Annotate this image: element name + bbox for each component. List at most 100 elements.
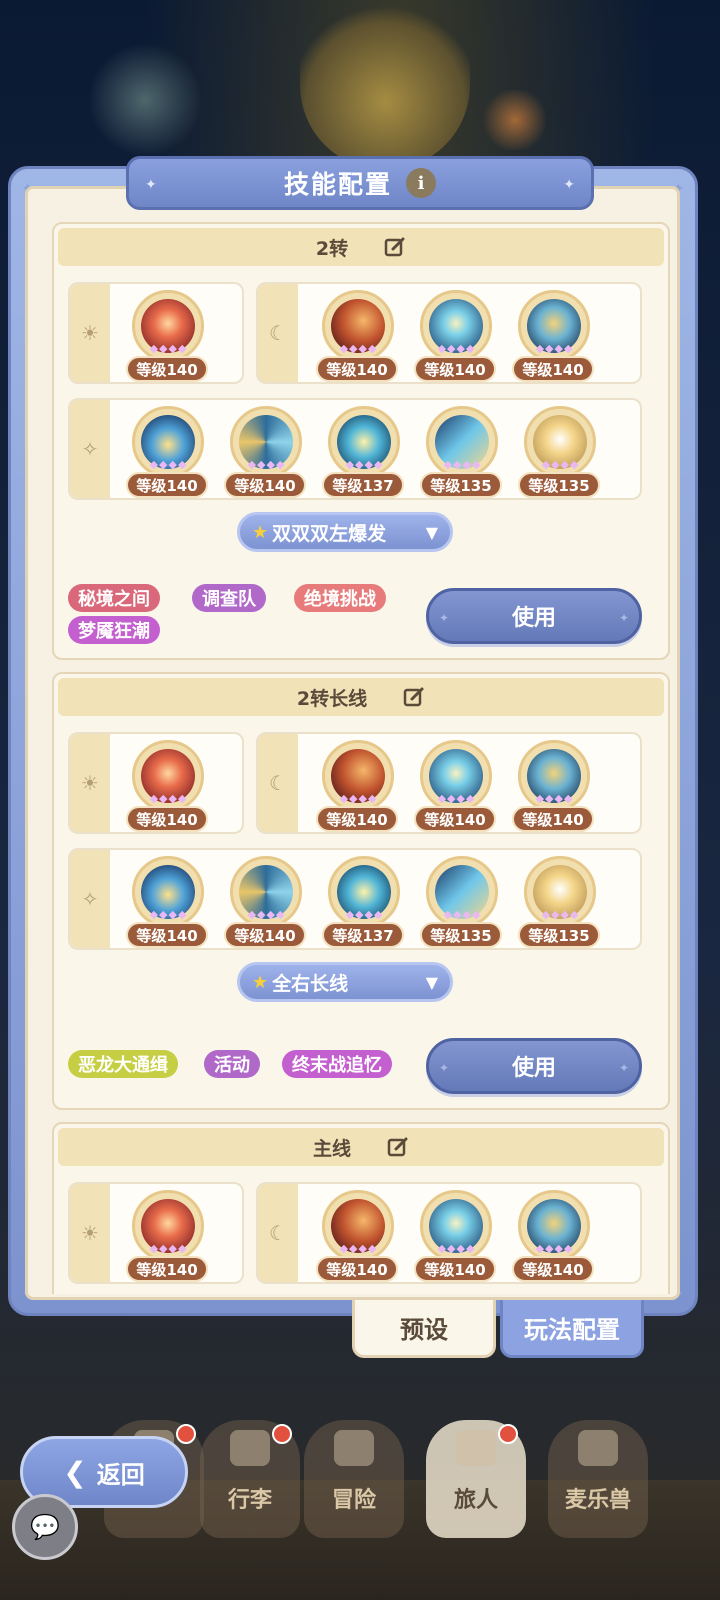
skill-level: 等级135 — [518, 472, 600, 498]
skill-slot[interactable]: ◆ ◆ ◆ ◆ 等级140 — [316, 290, 398, 382]
skill-group-sun: ☀ ◆ ◆ ◆ ◆ 等级140 — [68, 732, 244, 834]
rank-star-icon: ◆ — [447, 342, 456, 355]
skill-slot[interactable]: ◆ ◆ ◆ ◆ 等级140 — [224, 856, 306, 948]
nav-item-adventure[interactable]: 冒险 — [304, 1420, 404, 1538]
skill-slot[interactable]: ◆ ◆ ◆ ◆ 等级135 — [518, 856, 600, 948]
rank-star-icon: ◆ — [275, 458, 285, 471]
chat-bubble-icon: 💬 — [30, 1513, 60, 1541]
strategy-dropdown[interactable]: ★ 双双双左爆发 ▼ — [237, 512, 453, 552]
skill-level: 等级140 — [414, 806, 496, 832]
mode-tag: 活动 — [204, 1050, 260, 1078]
skill-slot[interactable]: ◆ ◆ ◆ ◆ 等级135 — [518, 406, 600, 498]
sparkle-icon: ✦ — [439, 611, 450, 625]
mode-tag: 调查队 — [192, 584, 266, 612]
rank-star-icon: ◆ — [266, 458, 275, 471]
preset-list[interactable]: 2转 ☀ ◆ ◆ ◆ ◆ 等级140 ☾ ◆ ◆ ◆ ◆ 等级140 ◆ ◆ ◆ ◆ 等级140 ◆ ◆ ◆ ◆ 等级140… — [52, 222, 670, 1294]
rank-star-icon: ◆ — [367, 342, 377, 355]
rank-star-icon: ◆ — [247, 458, 257, 471]
star-rank: ◆ ◆ ◆ ◆ — [437, 458, 487, 471]
preset-title: 主线 — [312, 1137, 351, 1160]
rank-star-icon: ◆ — [367, 1242, 377, 1255]
rank-star-icon: ◆ — [545, 1242, 554, 1255]
preset-title: 2转长线 — [296, 687, 368, 710]
tab-gameplay-config[interactable]: 玩法配置 — [500, 1300, 644, 1358]
skill-group-sun: ☀ ◆ ◆ ◆ ◆ 等级140 — [68, 1182, 244, 1284]
skill-slot[interactable]: ◆ ◆ ◆ ◆ 等级137 — [322, 856, 404, 948]
skill-slot[interactable]: ◆ ◆ ◆ ◆ 等级140 — [414, 1190, 496, 1282]
star-rank: ◆ ◆ ◆ ◆ — [333, 1242, 383, 1255]
skill-slot[interactable]: ◆ ◆ ◆ ◆ 等级140 — [126, 290, 208, 382]
skill-slot[interactable]: ◆ ◆ ◆ ◆ 等级140 — [126, 406, 208, 498]
rank-star-icon: ◆ — [358, 792, 367, 805]
skill-level: 等级140 — [126, 806, 208, 832]
use-label: 使用 — [511, 606, 556, 631]
star-rank: ◆ ◆ ◆ ◆ — [333, 342, 383, 355]
chevron-down-icon: ▼ — [425, 523, 438, 542]
rank-star-icon: ◆ — [447, 1242, 456, 1255]
skill-level: 等级140 — [316, 806, 398, 832]
skill-slot[interactable]: ◆ ◆ ◆ ◆ 等级140 — [414, 740, 496, 832]
skill-slot[interactable]: ◆ ◆ ◆ ◆ 等级140 — [316, 740, 398, 832]
skill-slot[interactable]: ◆ ◆ ◆ ◆ 等级135 — [420, 856, 502, 948]
star-rank: ◆ ◆ ◆ ◆ — [437, 908, 487, 921]
skill-slot[interactable]: ◆ ◆ ◆ ◆ 等级135 — [420, 406, 502, 498]
nav-item-traveler[interactable]: 旅人 — [426, 1420, 526, 1538]
edit-icon[interactable] — [384, 236, 406, 258]
rank-star-icon: ◆ — [373, 908, 383, 921]
strategy-dropdown[interactable]: ★ 全右长线 ▼ — [237, 962, 453, 1002]
skill-slot[interactable]: ◆ ◆ ◆ ◆ 等级137 — [322, 406, 404, 498]
star-rank: ◆ ◆ ◆ ◆ — [143, 342, 193, 355]
skill-level: 等级140 — [224, 922, 306, 948]
tab-preset[interactable]: 预设 — [352, 1300, 496, 1358]
star-rank: ◆ ◆ ◆ ◆ — [241, 908, 291, 921]
rank-star-icon: ◆ — [563, 1242, 573, 1255]
skill-slot[interactable]: ◆ ◆ ◆ ◆ 等级140 — [316, 1190, 398, 1282]
mode-tag: 终末战追忆 — [282, 1050, 392, 1078]
notification-dot — [498, 1424, 518, 1444]
rank-star-icon: ◆ — [149, 342, 159, 355]
skill-group-moon: ☾ ◆ ◆ ◆ ◆ 等级140 ◆ ◆ ◆ ◆ 等级140 ◆ ◆ ◆ ◆ 等级140 — [256, 282, 642, 384]
rank-star-icon: ◆ — [471, 458, 481, 471]
chat-button[interactable]: 💬 — [12, 1494, 78, 1560]
skill-slot[interactable]: ◆ ◆ ◆ ◆ 等级140 — [414, 290, 496, 382]
rank-star-icon: ◆ — [247, 908, 257, 921]
skill-level: 等级140 — [414, 356, 496, 382]
skill-level: 等级137 — [322, 922, 404, 948]
skill-slot[interactable]: ◆ ◆ ◆ ◆ 等级140 — [512, 740, 594, 832]
rank-star-icon: ◆ — [367, 792, 377, 805]
use-preset-button[interactable]: ✦ 使用 ✦ — [426, 588, 642, 644]
edit-icon[interactable] — [387, 1136, 409, 1158]
skill-level: 等级135 — [420, 472, 502, 498]
nav-label: 旅人 — [453, 1488, 498, 1513]
skill-level: 等级135 — [518, 922, 600, 948]
skill-slot[interactable]: ◆ ◆ ◆ ◆ 等级140 — [512, 290, 594, 382]
skill-slot[interactable]: ◆ ◆ ◆ ◆ 等级140 — [126, 1190, 208, 1282]
nav-item-pet[interactable]: 麦乐兽 — [548, 1420, 648, 1538]
sun-icon: ☀ — [70, 284, 110, 382]
use-preset-button[interactable]: ✦ 使用 ✦ — [426, 1038, 642, 1094]
rank-star-icon: ◆ — [159, 342, 168, 355]
sparkle-icon: ✦ — [439, 1061, 450, 1075]
skill-slot[interactable]: ◆ ◆ ◆ ◆ 等级140 — [512, 1190, 594, 1282]
rank-star-icon: ◆ — [149, 908, 159, 921]
nav-item-luggage[interactable]: 行李 — [200, 1420, 300, 1538]
sparkle-icon: ✦ — [563, 177, 575, 193]
skill-slot[interactable]: ◆ ◆ ◆ ◆ 等级140 — [224, 406, 306, 498]
crossed-swords-icon — [334, 1430, 374, 1466]
rank-star-icon: ◆ — [339, 1242, 349, 1255]
edit-icon[interactable] — [403, 686, 425, 708]
skill-slot[interactable]: ◆ ◆ ◆ ◆ 等级140 — [126, 740, 208, 832]
skill-group-star: ✧ ◆ ◆ ◆ ◆ 等级140 ◆ ◆ ◆ ◆ 等级140 ◆ ◆ ◆ ◆ 等级137 ◆ ◆ ◆ ◆ 等级135 ◆ ◆ ◆… — [68, 398, 642, 500]
background-dragon — [90, 40, 200, 160]
rank-star-icon: ◆ — [437, 792, 447, 805]
skill-level: 等级140 — [126, 356, 208, 382]
rank-star-icon: ◆ — [554, 1242, 563, 1255]
skill-slot[interactable]: ◆ ◆ ◆ ◆ 等级140 — [126, 856, 208, 948]
rank-star-icon: ◆ — [551, 908, 560, 921]
star-rank: ◆ ◆ ◆ ◆ — [529, 1242, 579, 1255]
rank-star-icon: ◆ — [456, 342, 465, 355]
moon-icon: ☾ — [258, 1184, 298, 1282]
sparkle-icon: ✦ — [618, 1061, 629, 1075]
nav-label: 行李 — [227, 1488, 272, 1513]
info-icon[interactable]: i — [406, 168, 436, 198]
